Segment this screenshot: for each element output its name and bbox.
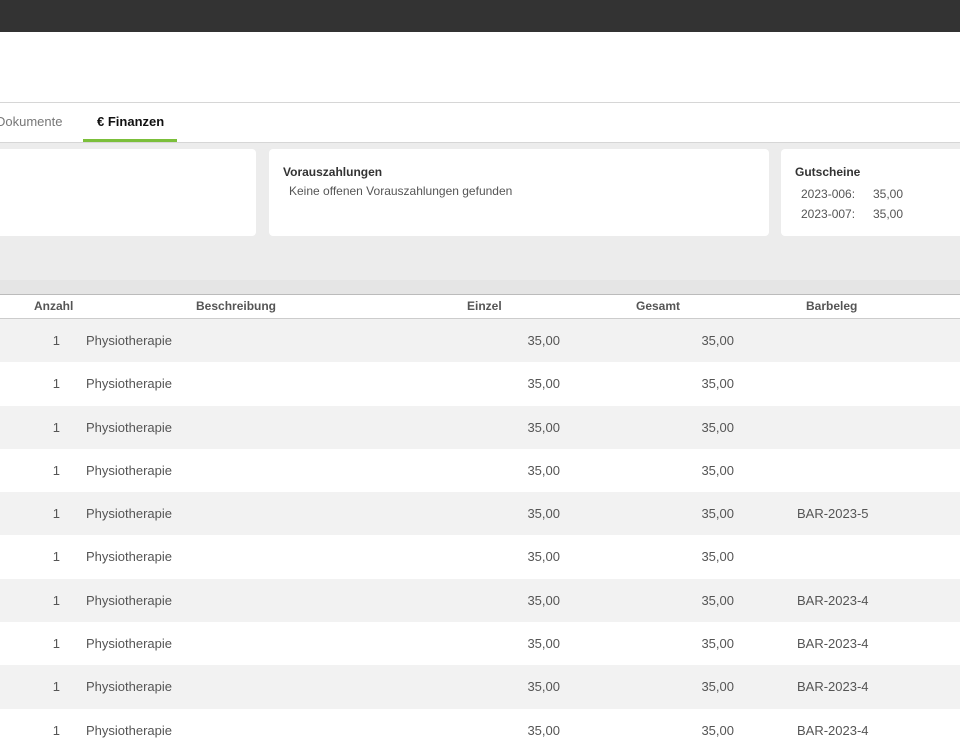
table-row[interactable]: 1 Physiotherapie 35,00 35,00 BAR-2023-5 xyxy=(0,492,960,536)
cell-gesamt: 35,00 xyxy=(701,722,734,738)
table-row[interactable]: 1 Physiotherapie 35,00 35,00 xyxy=(0,448,960,493)
gutschein-amount: 35,00 xyxy=(873,207,904,221)
cell-anzahl: 1 xyxy=(52,419,60,435)
header-einzel[interactable]: Einzel xyxy=(467,299,502,313)
cell-anzahl: 1 xyxy=(52,679,60,695)
table-row[interactable]: 1 Physiotherapie 35,00 35,00 BAR-2023-4 xyxy=(0,622,960,666)
cell-beschreibung: Physiotherapie xyxy=(86,506,172,522)
header-gesamt[interactable]: Gesamt xyxy=(636,299,680,313)
cell-anzahl: 1 xyxy=(52,636,60,652)
cell-anzahl: 1 xyxy=(52,376,60,392)
cell-gesamt: 35,00 xyxy=(701,549,734,565)
cell-gesamt: 35,00 xyxy=(701,376,734,392)
gutschein-number: 2023-006: xyxy=(801,187,856,201)
table-body: 1 Physiotherapie 35,00 35,00 1 Physiotherapie… xyxy=(0,319,960,752)
cell-einzel: 35,00 xyxy=(527,333,560,348)
cell-gesamt: 35,00 xyxy=(701,679,734,695)
cell-anzahl: 1 xyxy=(52,549,60,565)
cell-einzel: 35,00 xyxy=(527,592,560,608)
gutschein-item[interactable]: 2023-007: 35,00 xyxy=(795,204,957,224)
header-beschreibung[interactable]: Beschreibung xyxy=(196,299,276,313)
cell-einzel: 35,00 xyxy=(527,549,560,565)
cell-einzel: 35,00 xyxy=(527,636,560,652)
table-row[interactable]: 1 Physiotherapie 35,00 35,00 xyxy=(0,405,960,449)
cell-beschreibung: Physiotherapie xyxy=(86,549,172,565)
cell-einzel: 35,00 xyxy=(527,376,560,392)
cell-beschreibung: Physiotherapie xyxy=(86,419,172,435)
cell-gesamt: 35,00 xyxy=(701,592,734,608)
cell-barbeleg: BAR-2023-4 xyxy=(797,679,869,695)
cell-gesamt: 35,00 xyxy=(701,419,734,435)
cell-gesamt: 35,00 xyxy=(701,506,734,522)
cell-barbeleg: BAR-2023-5 xyxy=(797,506,869,522)
summary-cards: Vorauszahlungen Keine offenen Vorauszahl… xyxy=(0,143,960,280)
vorauszahlungen-card: Vorauszahlungen Keine offenen Vorauszahl… xyxy=(269,149,769,236)
cell-gesamt: 35,00 xyxy=(701,636,734,652)
gutschein-number: 2023-007: xyxy=(801,207,856,221)
finance-table: Anzahl Beschreibung Einzel Gesamt Barbel… xyxy=(0,294,960,752)
tab-bar: Dokumente € Finanzen xyxy=(0,102,960,143)
table-header: Anzahl Beschreibung Einzel Gesamt Barbel… xyxy=(0,295,960,319)
table-row[interactable]: 1 Physiotherapie 35,00 35,00 BAR-2023-4 xyxy=(0,708,960,752)
cell-beschreibung: Physiotherapie xyxy=(86,722,172,738)
header-anzahl[interactable]: Anzahl xyxy=(34,299,73,313)
cell-barbeleg: BAR-2023-4 xyxy=(797,636,869,652)
cell-beschreibung: Physiotherapie xyxy=(86,592,172,608)
cell-beschreibung: Physiotherapie xyxy=(86,636,172,652)
cell-einzel: 35,00 xyxy=(527,462,560,478)
cell-anzahl: 1 xyxy=(52,592,60,608)
cell-anzahl: 1 xyxy=(52,722,60,738)
cell-anzahl: 1 xyxy=(52,462,60,478)
cell-einzel: 35,00 xyxy=(527,506,560,522)
cell-beschreibung: Physiotherapie xyxy=(86,462,172,478)
table-row[interactable]: 1 Physiotherapie 35,00 35,00 xyxy=(0,362,960,406)
table-row[interactable]: 1 Physiotherapie 35,00 35,00 xyxy=(0,319,960,363)
vorauszahlungen-text: Keine offenen Vorauszahlungen gefunden xyxy=(289,184,513,198)
cell-beschreibung: Physiotherapie xyxy=(86,679,172,695)
cell-gesamt: 35,00 xyxy=(701,333,734,348)
tab-finanzen[interactable]: € Finanzen xyxy=(83,103,177,142)
table-row[interactable]: 1 Physiotherapie 35,00 35,00 xyxy=(0,535,960,579)
cell-anzahl: 1 xyxy=(52,333,60,348)
cell-beschreibung: Physiotherapie xyxy=(86,333,172,348)
header-barbeleg[interactable]: Barbeleg xyxy=(806,299,857,313)
gutscheine-card: Gutscheine 2023-006: 35,00 2023-007: 35,00 xyxy=(781,149,960,236)
tab-dokumente[interactable]: Dokumente xyxy=(0,103,62,142)
gutscheine-title: Gutscheine xyxy=(795,165,861,179)
cell-barbeleg: BAR-2023-4 xyxy=(797,722,869,738)
cell-einzel: 35,00 xyxy=(527,419,560,435)
header-area xyxy=(0,32,960,102)
top-bar xyxy=(0,0,960,32)
cell-einzel: 35,00 xyxy=(527,679,560,695)
gutschein-amount: 35,00 xyxy=(873,187,904,201)
cell-einzel: 35,00 xyxy=(527,722,560,738)
cell-gesamt: 35,00 xyxy=(701,462,734,478)
table-row[interactable]: 1 Physiotherapie 35,00 35,00 BAR-2023-4 xyxy=(0,578,960,623)
table-row[interactable]: 1 Physiotherapie 35,00 35,00 BAR-2023-4 xyxy=(0,665,960,709)
gutschein-item[interactable]: 2023-006: 35,00 xyxy=(795,184,957,204)
cell-barbeleg: BAR-2023-4 xyxy=(797,592,869,608)
vorauszahlungen-title: Vorauszahlungen xyxy=(283,165,383,179)
cell-beschreibung: Physiotherapie xyxy=(86,376,172,392)
cell-anzahl: 1 xyxy=(52,506,60,522)
summary-card-empty xyxy=(0,149,256,236)
